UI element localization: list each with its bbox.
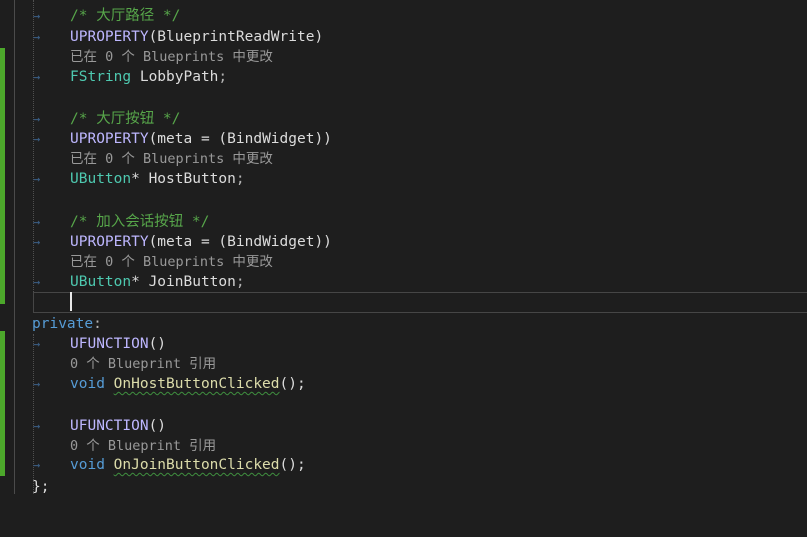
tab-arrow-icon: → xyxy=(33,172,41,186)
codelens-line[interactable]: 已在 0 个 Blueprints 中更改 xyxy=(0,47,807,67)
codelens-blueprint-changes[interactable]: 已在 0 个 Blueprints 中更改 xyxy=(70,47,273,67)
code-line[interactable]: private: xyxy=(0,314,807,334)
code-line[interactable]: → UFUNCTION() xyxy=(0,416,807,436)
comment: /* 大厅路径 */ xyxy=(70,8,181,24)
codelens-line[interactable]: 0 个 Blueprint 引用 xyxy=(0,436,807,456)
return-type: void xyxy=(70,457,105,473)
comment: /* 加入会话按钮 */ xyxy=(70,214,210,230)
codelens-blueprint-references[interactable]: 0 个 Blueprint 引用 xyxy=(70,354,216,374)
access-specifier: private xyxy=(32,316,94,332)
variable-name: JoinButton xyxy=(148,274,236,290)
type-name: FString xyxy=(70,69,132,85)
code-editor[interactable]: → /* 大厅路径 */ → UPROPERTY(BlueprintReadWr… xyxy=(0,0,807,507)
semicolon: ; xyxy=(235,274,245,290)
codelens-blueprint-changes[interactable]: 已在 0 个 Blueprints 中更改 xyxy=(70,252,273,272)
code-line[interactable]: → /* 大厅路径 */ xyxy=(0,6,807,26)
code-line[interactable]: → FString LobbyPath; xyxy=(0,67,807,87)
comment: /* 大厅按钮 */ xyxy=(70,111,181,127)
function-args: (); xyxy=(279,376,306,392)
tab-arrow-icon: → xyxy=(33,9,41,23)
semicolon: ; xyxy=(235,171,245,187)
macro-args: (meta = (BindWidget)) xyxy=(148,234,332,250)
macro-name: UPROPERTY xyxy=(70,131,149,147)
function-name[interactable]: OnJoinButtonClicked xyxy=(114,457,280,473)
tab-arrow-icon: → xyxy=(33,132,41,146)
code-line[interactable]: → UButton* JoinButton; xyxy=(0,272,807,292)
code-line[interactable]: → UFUNCTION() xyxy=(0,334,807,354)
code-line[interactable]: → void OnHostButtonClicked(); xyxy=(0,374,807,394)
codelens-line[interactable]: 已在 0 个 Blueprints 中更改 xyxy=(0,252,807,272)
function-name[interactable]: OnHostButtonClicked xyxy=(114,376,280,392)
current-line-highlight xyxy=(33,292,807,313)
macro-args: () xyxy=(148,418,167,434)
type-name: UButton xyxy=(70,171,132,187)
text-caret xyxy=(70,292,72,311)
pointer-symbol: * xyxy=(131,171,140,187)
codelens-line[interactable]: 已在 0 个 Blueprints 中更改 xyxy=(0,149,807,169)
codelens-blueprint-references[interactable]: 0 个 Blueprint 引用 xyxy=(70,436,216,456)
pointer-symbol: * xyxy=(131,274,140,290)
tab-arrow-icon: → xyxy=(33,70,41,84)
tab-arrow-icon: → xyxy=(33,377,41,391)
variable-name: LobbyPath xyxy=(139,69,219,85)
type-name: UButton xyxy=(70,274,132,290)
macro-args: (meta = (BindWidget)) xyxy=(148,131,332,147)
colon: : xyxy=(93,316,102,332)
tab-arrow-icon: → xyxy=(33,458,41,472)
macro-args: (BlueprintReadWrite) xyxy=(148,29,324,45)
tab-arrow-icon: → xyxy=(33,112,41,126)
code-line[interactable]: → /* 大厅按钮 */ xyxy=(0,109,807,129)
variable-name: HostButton xyxy=(148,171,236,187)
tab-arrow-icon: → xyxy=(33,275,41,289)
tab-arrow-icon: → xyxy=(33,235,41,249)
semicolon: ; xyxy=(218,69,228,85)
macro-name: UPROPERTY xyxy=(70,234,149,250)
tab-arrow-icon: → xyxy=(33,419,41,433)
code-line[interactable]: → UPROPERTY(BlueprintReadWrite) xyxy=(0,27,807,47)
closing-brace: }; xyxy=(32,479,50,495)
code-line[interactable]: → UPROPERTY(meta = (BindWidget)) xyxy=(0,129,807,149)
code-line[interactable]: → UButton* HostButton; xyxy=(0,169,807,189)
macro-name: UFUNCTION xyxy=(70,336,149,352)
macro-args: () xyxy=(148,336,167,352)
code-line[interactable]: → void OnJoinButtonClicked(); xyxy=(0,455,807,475)
tab-arrow-icon: → xyxy=(33,30,41,44)
tab-arrow-icon: → xyxy=(33,215,41,229)
function-args: (); xyxy=(279,457,306,473)
return-type: void xyxy=(70,376,105,392)
macro-name: UFUNCTION xyxy=(70,418,149,434)
codelens-blueprint-changes[interactable]: 已在 0 个 Blueprints 中更改 xyxy=(70,149,273,169)
code-line[interactable]: → UPROPERTY(meta = (BindWidget)) xyxy=(0,232,807,252)
codelens-line[interactable]: 0 个 Blueprint 引用 xyxy=(0,354,807,374)
macro-name: UPROPERTY xyxy=(70,29,149,45)
code-line[interactable]: → /* 加入会话按钮 */ xyxy=(0,212,807,232)
code-line[interactable]: }; xyxy=(0,477,807,497)
tab-arrow-icon: → xyxy=(33,337,41,351)
